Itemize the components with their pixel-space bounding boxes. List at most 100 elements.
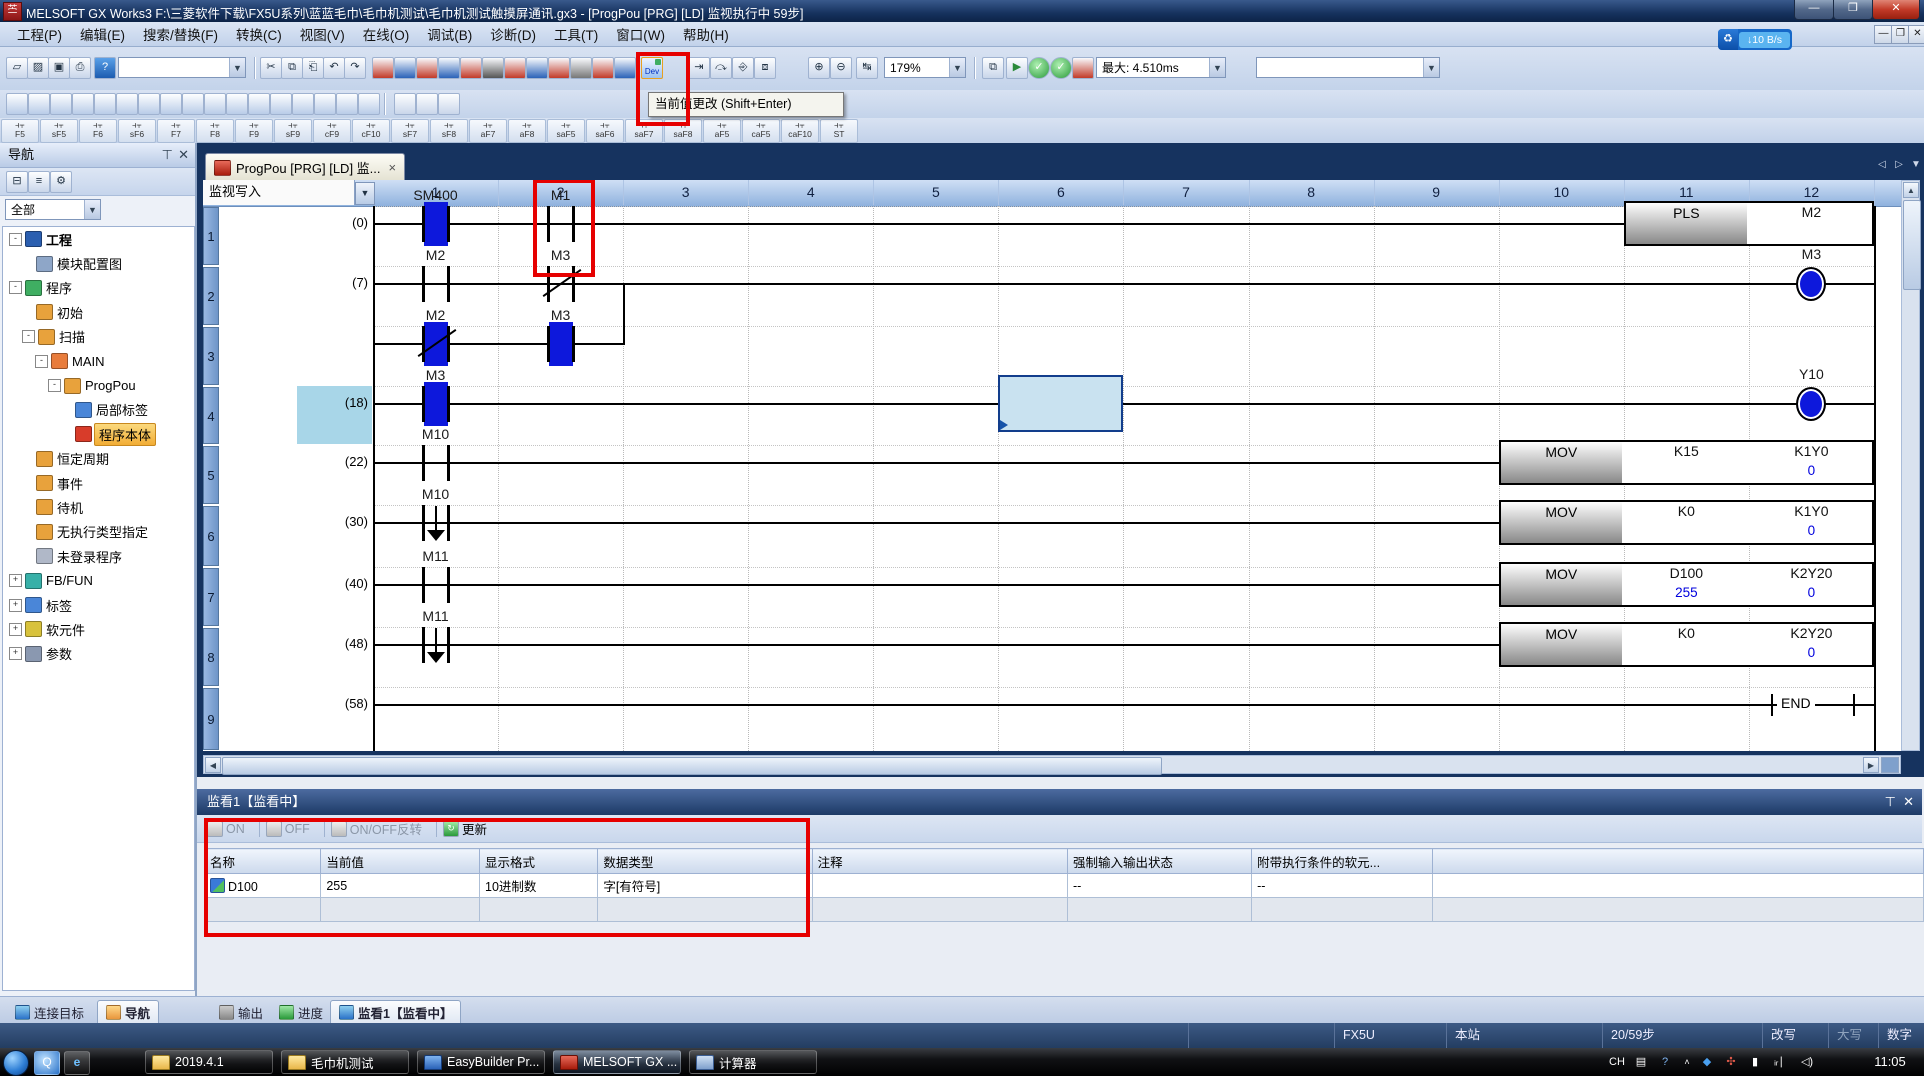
ladder-symbol-button-F7[interactable]: ⫞⫟F7: [157, 119, 195, 143]
watch-cell[interactable]: D100: [205, 874, 321, 898]
tree-item-初始[interactable]: 初始: [3, 300, 194, 324]
rung-number-5[interactable]: 5: [203, 446, 219, 504]
collapse-icon[interactable]: -: [9, 281, 22, 294]
ladder-symbol-button-F5[interactable]: ⫞⫟F5: [1, 119, 39, 143]
menu-item-2[interactable]: 编辑(E): [71, 21, 134, 47]
menu-item-6[interactable]: 在线(O): [354, 21, 419, 47]
device-list-icon[interactable]: [614, 57, 636, 79]
watch-pin-icon[interactable]: ⊤: [1885, 789, 1896, 814]
scroll-up-icon[interactable]: ▲: [1903, 182, 1919, 198]
tree-item-恒定周期[interactable]: 恒定周期: [3, 447, 194, 471]
ladder-symbol-button-cF10[interactable]: ⫞⫟cF10: [352, 119, 390, 143]
watch-column-header-3[interactable]: 数据类型: [598, 849, 812, 874]
scan-reset-icon[interactable]: [1072, 57, 1094, 79]
contact-leg[interactable]: [422, 445, 425, 481]
tree-item-模块配置图[interactable]: 模块配置图: [3, 251, 194, 275]
document-tab[interactable]: ProgPou [PRG] [LD] 监... ×: [205, 153, 405, 181]
tree-item-MAIN[interactable]: -MAIN: [3, 349, 194, 373]
tree-item-软元件[interactable]: +软元件: [3, 617, 194, 641]
open-folder-icon[interactable]: ▨: [27, 57, 49, 79]
collapse-icon[interactable]: -: [9, 233, 22, 246]
statement-icon[interactable]: [226, 93, 248, 115]
tab-close-icon[interactable]: ×: [389, 160, 397, 175]
zoom-fit-icon[interactable]: [416, 93, 438, 115]
watch-column-header-6[interactable]: 附带执行条件的软元...: [1252, 849, 1432, 874]
ladder-symbol-button-F6[interactable]: ⫞⫟F6: [79, 119, 117, 143]
watch-tool-OFF[interactable]: OFF: [266, 821, 310, 837]
cut-icon[interactable]: ✂: [260, 57, 282, 79]
cross-ref-icon[interactable]: [592, 57, 614, 79]
contact-leg[interactable]: [447, 445, 450, 481]
tree-item-FB/FUN[interactable]: +FB/FUN: [3, 568, 194, 592]
project-tree-icon[interactable]: [6, 93, 28, 115]
maximize-button[interactable]: ❐: [1833, 0, 1873, 20]
rung-wire[interactable]: [373, 283, 1874, 285]
output-coil-Y10[interactable]: [1796, 387, 1826, 421]
contact-leg[interactable]: [447, 567, 450, 603]
contact-leg[interactable]: [422, 627, 425, 663]
tree-display-icon[interactable]: ⊟: [6, 171, 28, 193]
watch-cell[interactable]: [1432, 874, 1923, 898]
watch-cell[interactable]: 255: [321, 874, 480, 898]
contact-leg[interactable]: [447, 206, 450, 242]
program-check-icon[interactable]: [314, 93, 336, 115]
help-tray-icon[interactable]: ?: [1656, 1053, 1674, 1071]
right-combo[interactable]: ▼: [1256, 57, 1440, 78]
ladder-symbol-button-sF6[interactable]: ⫞⫟sF6: [118, 119, 156, 143]
undo-icon[interactable]: ↶: [323, 57, 345, 79]
ladder-symbol-button-caF10[interactable]: ⫞⫟caF10: [781, 119, 819, 143]
panel-tab-连接目标[interactable]: 连接目标: [6, 1000, 93, 1025]
taskbar-button-EasyBuilder Pr...[interactable]: EasyBuilder Pr...: [417, 1050, 545, 1074]
menu-item-8[interactable]: 诊断(D): [481, 21, 545, 47]
tree-item-程序本体[interactable]: 程序本体: [3, 422, 194, 446]
device-use-icon[interactable]: [336, 93, 358, 115]
dock-tab-输出[interactable]: 输出: [210, 1000, 272, 1025]
rung-number-8[interactable]: 8: [203, 628, 219, 686]
contact-leg[interactable]: [447, 266, 450, 302]
ladder-edit-icon[interactable]: [292, 93, 314, 115]
watch-column-header-filler[interactable]: [1432, 849, 1923, 874]
watch-column-header-2[interactable]: 显示格式: [480, 849, 598, 874]
rung-number-7[interactable]: 7: [203, 568, 219, 626]
tree-item-局部标签[interactable]: 局部标签: [3, 398, 194, 422]
ladder-symbol-button-F8[interactable]: ⫞⫟F8: [196, 119, 234, 143]
volume-icon[interactable]: ◁): [1798, 1053, 1816, 1071]
contact-leg[interactable]: [447, 505, 450, 541]
break-icon[interactable]: ⎆: [732, 57, 754, 79]
contact-leg[interactable]: [572, 326, 575, 362]
skip-icon[interactable]: ⤼: [710, 57, 732, 79]
menu-item-9[interactable]: 工具(T): [545, 21, 607, 47]
menu-item-5[interactable]: 视图(V): [291, 21, 354, 47]
menu-item-10[interactable]: 窗口(W): [607, 21, 674, 47]
monitor-stop-icon[interactable]: [438, 57, 460, 79]
ladder-symbol-button-F9[interactable]: ⫞⫟F9: [235, 119, 273, 143]
watch-cell[interactable]: 字[有符号]: [598, 874, 812, 898]
element-select-icon[interactable]: [72, 93, 94, 115]
dev-comment-icon[interactable]: [160, 93, 182, 115]
mdi-close-button[interactable]: ✕: [1908, 25, 1924, 44]
dock-tab-进度[interactable]: 进度: [270, 1000, 332, 1025]
vscroll-thumb[interactable]: [1903, 200, 1921, 290]
tab-list-icon[interactable]: ▼: [1909, 158, 1923, 172]
watch-register-icon[interactable]: [504, 57, 526, 79]
check-ok2-icon[interactable]: ✓: [1050, 57, 1072, 79]
io-assign-icon[interactable]: [270, 93, 292, 115]
find-icon[interactable]: [116, 93, 138, 115]
contact-leg[interactable]: [422, 206, 425, 242]
chevron-down-icon[interactable]: ▼: [1423, 58, 1439, 77]
contact-leg[interactable]: [447, 627, 450, 663]
scroll-left-icon[interactable]: ◀: [205, 757, 221, 773]
contact-leg[interactable]: [572, 266, 575, 302]
taskbar-button-MELSOFT GX ...[interactable]: MELSOFT GX ...: [553, 1050, 681, 1074]
ladder-symbol-button-sF8[interactable]: ⫞⫟sF8: [430, 119, 468, 143]
zoom-out-icon[interactable]: ⊖: [830, 57, 852, 79]
network-speed-badge[interactable]: ♻ ↓10 B/s: [1718, 29, 1792, 50]
language-indicator[interactable]: CH: [1608, 1053, 1626, 1071]
zoom-level-combo[interactable]: 179%▼: [884, 57, 966, 78]
device-monitor-icon[interactable]: [460, 57, 482, 79]
hscroll-thumb[interactable]: [222, 757, 1162, 775]
contact-leg[interactable]: [447, 386, 450, 422]
ladder-symbol-button-cF9[interactable]: ⫞⫟cF9: [313, 119, 351, 143]
rung-wire[interactable]: [373, 462, 1499, 464]
expand-icon[interactable]: +: [9, 574, 22, 587]
